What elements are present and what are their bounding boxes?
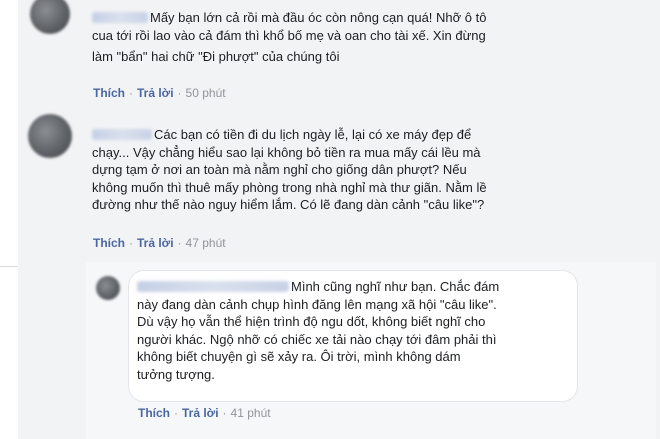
comment-bubble: Mấy bạn lớn cả rồi mà đầu óc còn nông cạ… (80, 0, 646, 83)
reply-text-line: này đang dàn cảnh chụp hình đăng lên mạn… (137, 296, 497, 312)
avatar[interactable] (96, 276, 120, 300)
comment-text-line: đường như thế nào nguy hiểm lắm. Có lẽ đ… (92, 197, 485, 212)
comment-text-line: Mấy bạn lớn cả rồi mà đầu óc còn nông cạ… (150, 10, 487, 25)
blurred-author-name[interactable] (92, 12, 148, 23)
reply-text-line: Dù vậy họ vẫn thể hiện trình độ ngu dốt,… (137, 314, 486, 329)
reply-link[interactable]: Trả lời (137, 86, 174, 100)
avatar[interactable] (28, 114, 72, 158)
comment-text-line: cua tới rồi lao vào cả đám thì khổ bố mẹ… (92, 27, 486, 43)
reply-text: Mình cũng nghĩ như bạn. Chắc đám này đan… (137, 278, 573, 383)
like-link[interactable]: Thích (138, 406, 170, 420)
reply-text-line: không biết chuyện gì sẽ xảy ra. Ôi trời,… (137, 349, 461, 364)
comment-text-line: dựng tạm ở nơi an toàn mà nằm nghỉ cho g… (92, 162, 467, 177)
comment-text: Mấy bạn lớn cả rồi mà đầu óc còn nông cạ… (92, 9, 637, 66)
left-panel-edge (0, 0, 18, 439)
reply-text-line: người khác. Ngộ nhỡ có chiếc xe tải nào … (137, 331, 497, 347)
reply-bubble: Mình cũng nghĩ như bạn. Chắc đám này đan… (128, 270, 578, 402)
blurred-author-name[interactable] (137, 281, 289, 292)
comment-bubble: Các bạn có tiền đi du lịch ngày lễ, lại … (80, 118, 646, 233)
reply-timestamp[interactable]: 41 phút (231, 406, 271, 420)
comment-actions: Thích · Trả lời · 47 phút (93, 236, 226, 250)
divider (0, 266, 18, 267)
comment-timestamp[interactable]: 50 phút (186, 86, 226, 100)
reply-text-line: tưởng tượng. (137, 366, 215, 382)
comment-actions: Thích · Trả lời · 50 phút (93, 86, 226, 100)
reply-text-line: Mình cũng nghĩ như bạn. Chắc đám (291, 279, 500, 294)
comment-text-line: làm "bẩn" hai chữ "Đi phượt" của chúng t… (92, 49, 340, 64)
comment-text-line: chạy... Vậy chẳng hiểu sao lại không bỏ … (92, 144, 481, 160)
reply-link[interactable]: Trả lời (182, 406, 219, 420)
comment-timestamp[interactable]: 47 phút (186, 236, 226, 250)
comment-text-line: Các bạn có tiền đi du lịch ngày lễ, lại … (154, 127, 472, 142)
blurred-author-name[interactable] (92, 129, 152, 140)
reply-actions: Thích · Trả lời · 41 phút (138, 406, 271, 420)
like-link[interactable]: Thích (93, 236, 125, 250)
reply-link[interactable]: Trả lời (137, 236, 174, 250)
avatar[interactable] (30, 0, 70, 34)
comment-text: Các bạn có tiền đi du lịch ngày lễ, lại … (92, 126, 640, 214)
comment-thread: Mấy bạn lớn cả rồi mà đầu óc còn nông cạ… (0, 0, 660, 439)
comment-text-line: không muốn thì thuê mấy phòng trong nhà … (92, 179, 487, 195)
like-link[interactable]: Thích (93, 86, 125, 100)
